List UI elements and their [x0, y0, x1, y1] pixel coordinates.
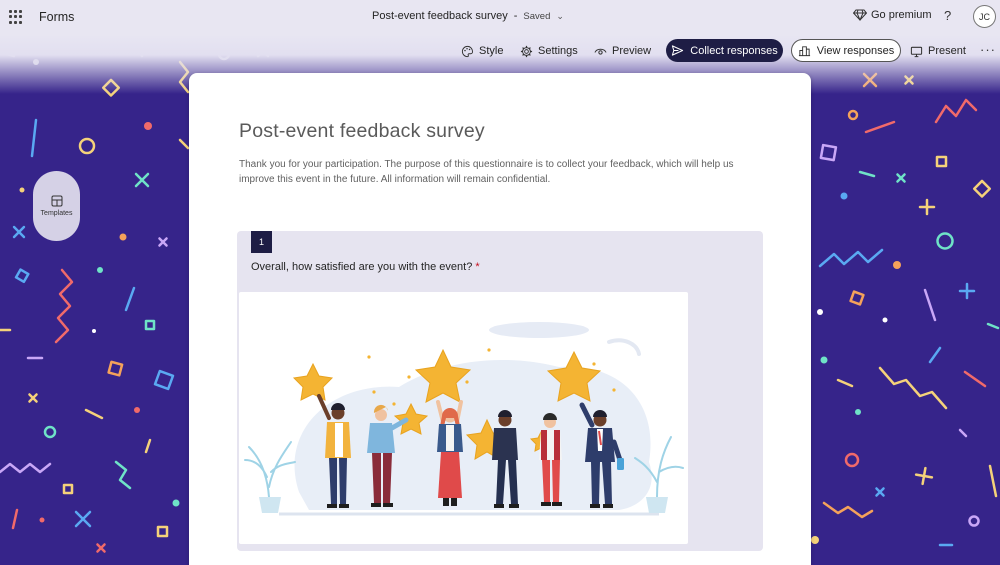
avatar[interactable]: JC — [973, 5, 996, 28]
preview-label: Preview — [612, 45, 652, 57]
celebrating-people-illustration — [244, 322, 684, 516]
question-text[interactable]: Overall, how satisfied are you with the … — [251, 261, 480, 273]
question-label: Overall, how satisfied are you with the … — [251, 261, 473, 273]
question-image — [239, 292, 688, 544]
bar-chart-icon — [798, 46, 810, 57]
required-mark: * — [475, 261, 480, 273]
more-options-button[interactable]: ··· — [980, 42, 996, 57]
go-premium-label: Go premium — [871, 9, 932, 21]
style-button[interactable]: Style — [461, 44, 503, 58]
templates-icon — [51, 195, 62, 207]
view-responses-label: View responses — [816, 44, 895, 57]
palette-icon — [462, 45, 473, 57]
document-title-area[interactable]: Post-event feedback survey - Saved ⌄ — [372, 10, 564, 22]
document-title[interactable]: Post-event feedback survey — [372, 10, 508, 22]
help-button[interactable]: ? — [944, 8, 951, 23]
form-card: Post-event feedback survey Thank you for… — [189, 73, 811, 565]
present-label: Present — [928, 45, 966, 57]
monitor-icon — [910, 46, 923, 57]
view-responses-button[interactable]: View responses — [791, 39, 901, 62]
eye-icon — [594, 48, 607, 55]
go-premium-button[interactable]: Go premium — [853, 9, 932, 21]
present-button[interactable]: Present — [910, 44, 966, 58]
question-card[interactable]: 1 Overall, how satisfied are you with th… — [237, 231, 763, 551]
style-label: Style — [479, 45, 504, 57]
settings-button[interactable]: Settings — [520, 44, 578, 58]
app-name[interactable]: Forms — [39, 10, 74, 24]
form-title[interactable]: Post-event feedback survey — [239, 120, 485, 143]
save-status: Saved — [523, 10, 551, 22]
title-separator: - — [513, 10, 518, 22]
collect-responses-label: Collect responses — [690, 44, 778, 57]
app-launcher-icon[interactable] — [9, 10, 23, 24]
top-bar: Forms Post-event feedback survey - Saved… — [0, 0, 1000, 34]
collect-responses-button[interactable]: Collect responses — [666, 39, 783, 62]
form-description[interactable]: Thank you for your participation. The pu… — [239, 157, 759, 187]
gear-icon — [520, 45, 533, 57]
diamond-icon — [853, 9, 867, 21]
templates-label: Templates — [40, 210, 73, 217]
settings-label: Settings — [538, 45, 578, 57]
chevron-down-icon[interactable]: ⌄ — [556, 11, 564, 22]
send-icon — [672, 45, 684, 56]
templates-button[interactable]: Templates — [33, 171, 80, 241]
preview-button[interactable]: Preview — [594, 44, 651, 58]
question-number: 1 — [251, 231, 272, 253]
